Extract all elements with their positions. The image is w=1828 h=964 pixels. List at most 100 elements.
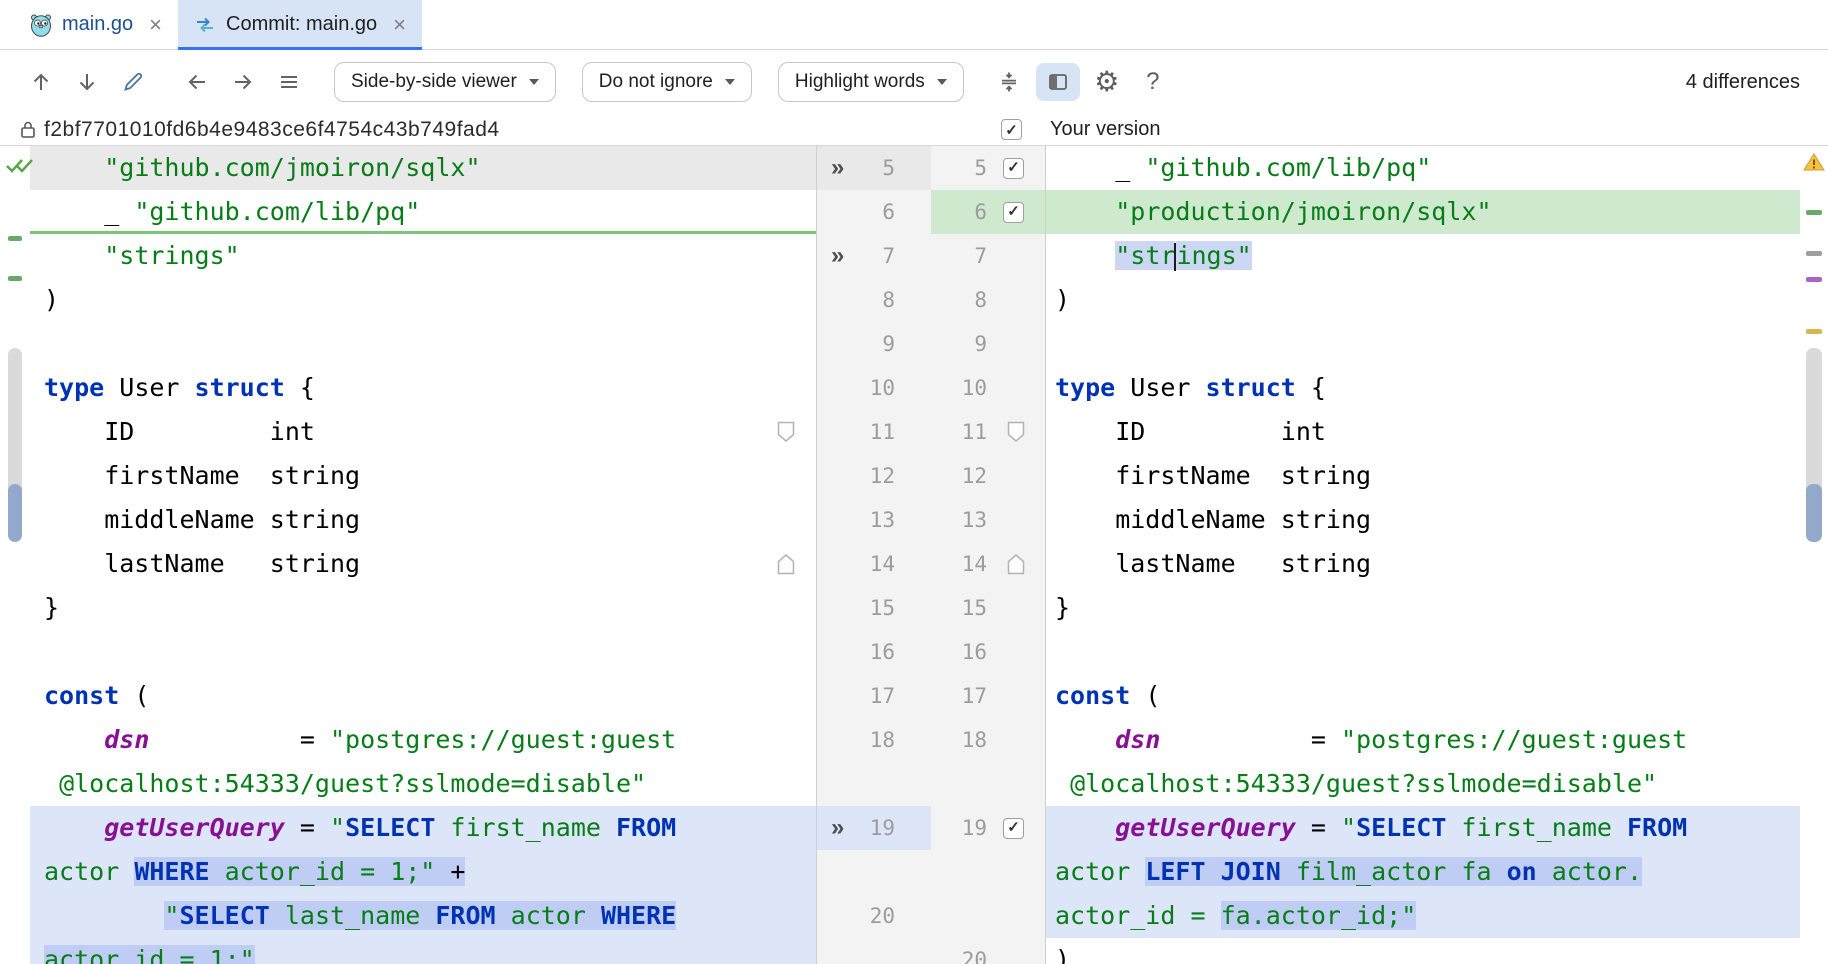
left-code-line[interactable]: type User struct { [30,366,816,410]
tab-main-go[interactable]: main.go × [14,0,178,49]
navigate-forward-button[interactable] [224,63,262,101]
arrow-right-icon [231,70,255,94]
left-code-line[interactable] [30,322,816,366]
code-token: { [1296,373,1326,402]
compare-options-button[interactable] [270,63,308,101]
code-token: lastName string [44,549,360,578]
navigate-back-button[interactable] [178,63,216,101]
change-stripe-marker[interactable] [1806,329,1822,334]
right-code-line[interactable]: firstName string [1046,454,1800,498]
right-code-line[interactable]: getUserQuery = "SELECT first_name FROM [1046,806,1800,850]
right-scrollbar-range[interactable] [1806,484,1822,542]
right-code-line[interactable]: ID int [1046,410,1800,454]
left-code-line[interactable]: dsn = "postgres://guest:guest [30,718,816,762]
change-stripe-marker[interactable] [8,236,22,241]
left-code-line[interactable]: ) [30,278,816,322]
left-code-line[interactable]: middleName string [30,498,816,542]
line-number: 16 [931,630,987,674]
change-stripe-marker[interactable] [1806,277,1822,282]
right-code-line[interactable]: actor_id = fa.actor_id;" [1046,894,1800,938]
right-code-line[interactable] [1046,630,1800,674]
collapse-unchanged-button[interactable] [990,63,1028,101]
change-stripe-marker[interactable] [1806,210,1822,215]
close-tab-icon[interactable]: × [149,14,162,36]
close-tab-icon[interactable]: × [393,14,406,36]
include-change-checkbox[interactable]: ✓ [1003,202,1024,223]
diff-row: actor WHERE actor_id = 1;" + actor LEFT J… [30,850,1800,894]
synchronized-side-panel-button[interactable] [1036,63,1080,101]
include-change-checkbox[interactable]: ✓ [1003,818,1024,839]
line-number: 8 [931,278,987,322]
gutter-left-cell: 13 [816,498,931,542]
code-token: const [1055,681,1130,710]
left-code-line[interactable] [30,630,816,674]
settings-gear-button[interactable]: ⚙ [1088,63,1126,101]
gutter-right-cell: 10 [931,366,1046,410]
diff-commit-icon [194,14,216,36]
right-code-line[interactable]: _ "github.com/lib/pq" [1046,146,1800,190]
code-token: "strings" [104,241,239,270]
left-code-line[interactable]: actor WHERE actor_id = 1;" + [30,850,816,894]
pencil-icon [121,70,145,94]
fold-region-marker-icon[interactable] [1007,553,1025,575]
left-code-line[interactable]: "strings" [30,234,816,278]
left-scrollbar-range[interactable] [8,484,22,542]
apply-change-chevron-icon[interactable]: » [831,234,861,278]
change-stripe-marker[interactable] [1806,251,1822,256]
left-code-line[interactable]: @localhost:54333/guest?sslmode=disable" [30,762,816,806]
tab-commit-main-go[interactable]: Commit: main.go × [178,0,422,49]
left-code-line[interactable]: "github.com/jmoiron/sqlx" [30,146,816,190]
right-code-line[interactable]: actor LEFT JOIN film_actor fa on actor. [1046,850,1800,894]
right-code-line[interactable] [1046,322,1800,366]
code-token: "github.com/jmoiron/sqlx" [104,153,480,182]
diff-row: _ "github.com/lib/pq"66✓ "production/jmo… [30,190,1800,234]
left-code-line[interactable]: _ "github.com/lib/pq" [30,190,816,234]
left-code-line[interactable]: ID int [30,410,816,454]
left-code-line[interactable]: firstName string [30,454,816,498]
change-stripe-marker[interactable] [8,276,22,281]
right-code-line[interactable]: dsn = "postgres://guest:guest [1046,718,1800,762]
include-change-checkbox[interactable]: ✓ [1003,158,1024,179]
left-code-line[interactable]: } [30,586,816,630]
highlight-policy-dropdown[interactable]: Highlight words [778,62,964,102]
gutter-left-cell: 18 [816,718,931,762]
gutter-right-cell: 18 [931,718,1046,762]
next-difference-button[interactable] [68,63,106,101]
left-code-line[interactable]: "SELECT last_name FROM actor WHERE [30,894,816,938]
gutter-left-cell: 11 [816,410,931,454]
code-token [44,769,59,798]
left-code-line[interactable]: const ( [30,674,816,718]
right-code-line[interactable]: middleName string [1046,498,1800,542]
gutter-left-cell: 20 [816,894,931,938]
line-number: 5 [931,146,987,190]
gutter-left-cell: »7 [816,234,931,278]
left-code-line[interactable]: lastName string [30,542,816,586]
right-code-line[interactable]: "strings" [1046,234,1800,278]
right-code-line[interactable]: ) [1046,278,1800,322]
warning-stripe-icon[interactable] [1803,152,1825,172]
right-code-line[interactable]: } [1046,586,1800,630]
code-token: last_name [270,901,436,930]
line-number: 12 [861,454,931,498]
previous-difference-button[interactable] [22,63,60,101]
your-version-label: Your version [1050,118,1160,141]
right-code-line[interactable]: const ( [1046,674,1800,718]
fold-region-marker-icon[interactable] [777,553,795,575]
right-code-line[interactable]: "production/jmoiron/sqlx" [1046,190,1800,234]
right-code-line[interactable]: type User struct { [1046,366,1800,410]
include-all-changes-checkbox[interactable]: ✓ [1001,119,1022,140]
left-code-line[interactable]: getUserQuery = "SELECT first_name FROM [30,806,816,850]
viewer-mode-dropdown[interactable]: Side-by-side viewer [334,62,556,102]
apply-change-chevron-icon[interactable]: » [831,146,861,190]
fold-region-marker-icon[interactable] [777,421,795,443]
ignore-policy-dropdown[interactable]: Do not ignore [582,62,752,102]
right-code-line[interactable]: @localhost:54333/guest?sslmode=disable" [1046,762,1800,806]
right-code-line[interactable]: lastName string [1046,542,1800,586]
help-button[interactable]: ? [1134,63,1172,101]
right-code-line[interactable]: ) [1046,938,1800,964]
compare-header: f2bf7701010fd6b4e9483ce6f4754c43b749fad4… [0,114,1828,146]
edit-source-button[interactable] [114,63,152,101]
left-code-line[interactable]: actor_id = 1;" [30,938,816,964]
apply-change-chevron-icon[interactable]: » [831,806,861,850]
fold-region-marker-icon[interactable] [1007,421,1025,443]
